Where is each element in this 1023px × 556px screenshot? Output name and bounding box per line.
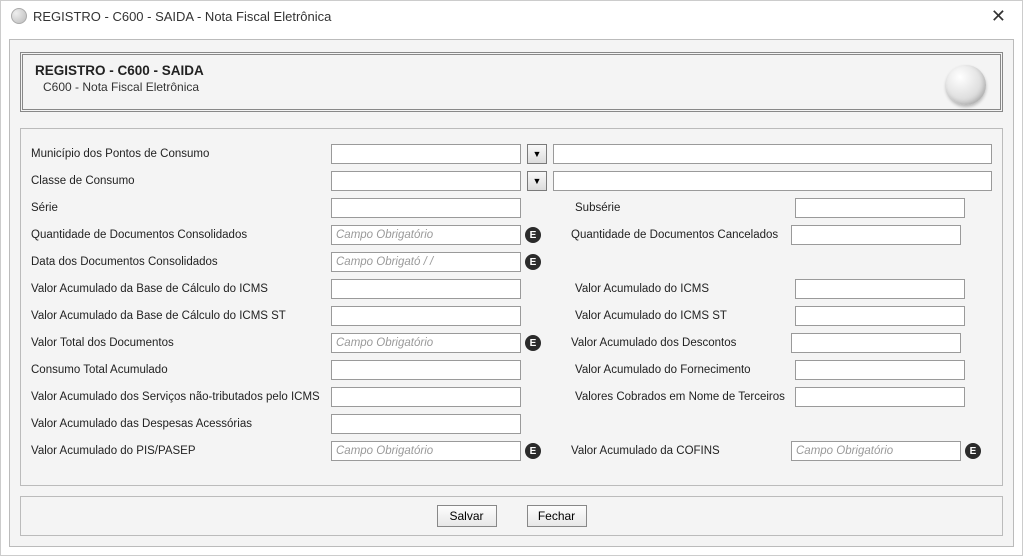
label-vl-cofins: Valor Acumulado da COFINS [571, 445, 791, 457]
label-vl-fornecimento: Valor Acumulado do Fornecimento [575, 364, 795, 376]
vl-icms-input[interactable] [795, 279, 965, 299]
vl-despesas-input[interactable] [331, 414, 521, 434]
municipio-readout[interactable] [553, 144, 992, 164]
header-box: REGISTRO - C600 - SAIDA C600 - Nota Fisc… [20, 52, 1003, 112]
close-button[interactable]: Fechar [527, 505, 587, 527]
vl-total-doc-input[interactable] [331, 333, 521, 353]
subserie-input[interactable] [795, 198, 965, 218]
vl-base-icms-input[interactable] [331, 279, 521, 299]
label-vl-descontos: Valor Acumulado dos Descontos [571, 337, 791, 349]
logo-icon [946, 65, 986, 105]
label-serie: Série [31, 202, 331, 214]
label-vl-base-icms-st: Valor Acumulado da Base de Cálculo do IC… [31, 310, 331, 322]
page-subtitle: C600 - Nota Fiscal Eletrônica [35, 80, 988, 94]
form-box: Município dos Pontos de Consumo ▼ Classe… [20, 128, 1003, 486]
label-data-doc-consol: Data dos Documentos Consolidados [31, 256, 331, 268]
label-qtd-doc-cancel: Quantidade de Documentos Cancelados [571, 229, 791, 241]
label-vl-icms-st: Valor Acumulado do ICMS ST [575, 310, 795, 322]
qtd-doc-cancel-input[interactable] [791, 225, 961, 245]
vl-descontos-input[interactable] [791, 333, 961, 353]
label-vl-pis: Valor Acumulado do PIS/PASEP [31, 445, 331, 457]
chevron-down-icon: ▼ [533, 176, 542, 186]
close-icon[interactable]: ✕ [985, 5, 1012, 27]
vl-cofins-input[interactable] [791, 441, 961, 461]
label-vl-despesas: Valor Acumulado das Despesas Acessórias [31, 418, 331, 430]
label-vl-serv-nt: Valor Acumulado dos Serviços não-tributa… [31, 391, 331, 403]
label-vl-terceiros: Valores Cobrados em Nome de Terceiros [575, 391, 795, 403]
data-doc-consol-input[interactable] [331, 252, 521, 272]
app-icon [11, 8, 27, 24]
classe-input[interactable] [331, 171, 521, 191]
vl-icms-st-input[interactable] [795, 306, 965, 326]
required-badge-icon: E [525, 254, 541, 270]
vl-fornecimento-input[interactable] [795, 360, 965, 380]
chevron-down-icon: ▼ [533, 149, 542, 159]
label-vl-icms: Valor Acumulado do ICMS [575, 283, 795, 295]
label-municipio: Município dos Pontos de Consumo [31, 148, 331, 160]
titlebar: REGISTRO - C600 - SAIDA - Nota Fiscal El… [1, 1, 1022, 31]
qtd-doc-consol-input[interactable] [331, 225, 521, 245]
municipio-input[interactable] [331, 144, 521, 164]
outer-panel: REGISTRO - C600 - SAIDA C600 - Nota Fisc… [9, 39, 1014, 547]
vl-terceiros-input[interactable] [795, 387, 965, 407]
municipio-dropdown-button[interactable]: ▼ [527, 144, 547, 164]
required-badge-icon: E [525, 443, 541, 459]
label-vl-total-doc: Valor Total dos Documentos [31, 337, 331, 349]
label-subserie: Subsérie [575, 202, 795, 214]
vl-pis-input[interactable] [331, 441, 521, 461]
page-title: REGISTRO - C600 - SAIDA [35, 63, 988, 78]
window-title: REGISTRO - C600 - SAIDA - Nota Fiscal El… [33, 9, 331, 24]
classe-readout[interactable] [553, 171, 992, 191]
label-vl-base-icms: Valor Acumulado da Base de Cálculo do IC… [31, 283, 331, 295]
required-badge-icon: E [965, 443, 981, 459]
required-badge-icon: E [525, 227, 541, 243]
classe-dropdown-button[interactable]: ▼ [527, 171, 547, 191]
required-badge-icon: E [525, 335, 541, 351]
label-qtd-doc-consol: Quantidade de Documentos Consolidados [31, 229, 331, 241]
consumo-total-input[interactable] [331, 360, 521, 380]
vl-serv-nt-input[interactable] [331, 387, 521, 407]
save-button[interactable]: Salvar [437, 505, 497, 527]
vl-base-icms-st-input[interactable] [331, 306, 521, 326]
window: REGISTRO - C600 - SAIDA - Nota Fiscal El… [0, 0, 1023, 556]
button-row: Salvar Fechar [20, 496, 1003, 536]
label-consumo-total: Consumo Total Acumulado [31, 364, 331, 376]
label-classe: Classe de Consumo [31, 175, 331, 187]
serie-input[interactable] [331, 198, 521, 218]
